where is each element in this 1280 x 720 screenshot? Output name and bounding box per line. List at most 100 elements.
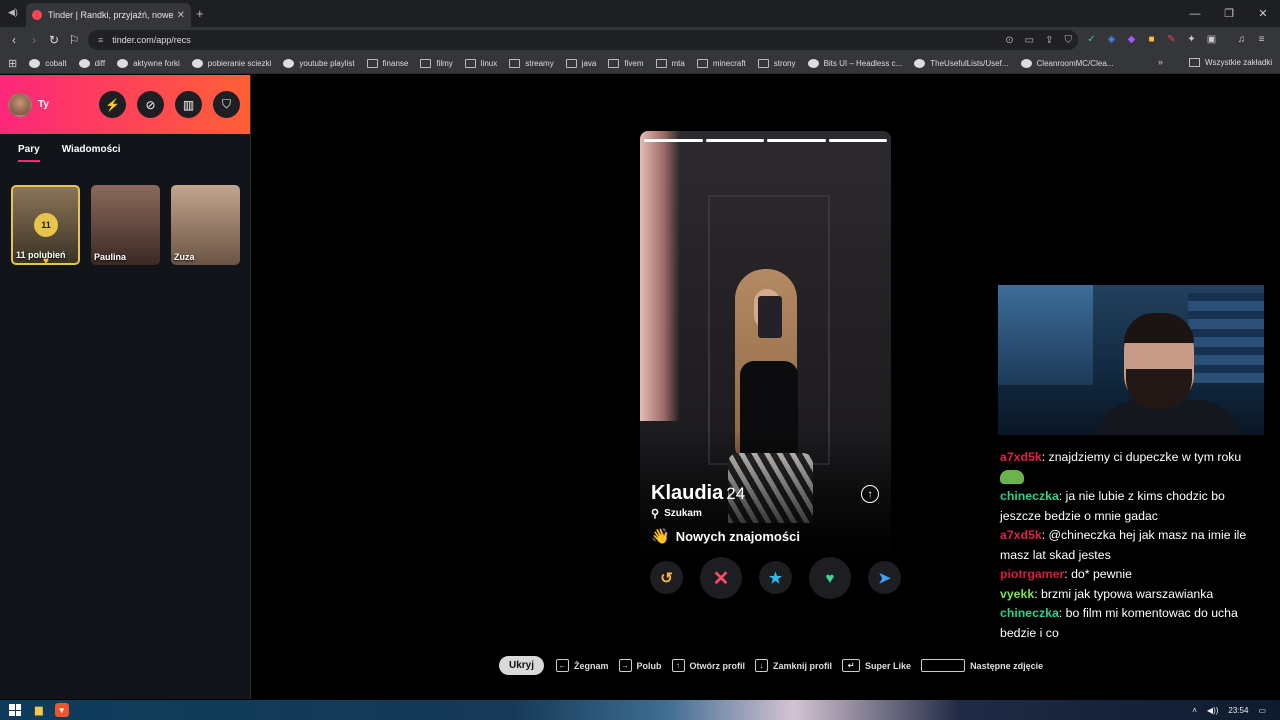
chat-username[interactable]: a7xd5k — [1000, 450, 1042, 464]
bookmark-item[interactable]: TheUsefulLists/Usef... — [914, 58, 1009, 68]
boost-icon[interactable]: ⚡ — [99, 91, 126, 118]
up-arrow-key-icon: ↑ — [671, 659, 685, 672]
clock[interactable]: 23:54 — [1228, 706, 1248, 715]
site-settings-icon[interactable]: ≡ — [98, 35, 103, 45]
profile-card[interactable]: Klaudia 24 ↑ ⚲ Szukam 👋 Nowych znajomości — [640, 131, 891, 579]
file-explorer-icon[interactable]: ▆ — [35, 705, 43, 716]
restore-icon[interactable]: ❐ — [1212, 0, 1246, 27]
bookmark-folder[interactable]: minecraft — [696, 58, 746, 68]
back-icon[interactable]: ‹ — [4, 33, 24, 47]
bookmark-item[interactable]: aktywne forki — [117, 58, 180, 68]
notifications-icon[interactable]: ▭ — [1258, 706, 1266, 715]
bookmark-item[interactable]: CleanroomMC/Clea... — [1020, 58, 1113, 68]
sidebar-icon[interactable]: ▣ — [1205, 32, 1218, 46]
browser-tab-bar: ◀) Tinder | Randki, przyjaźń, nowe z ✕ +… — [0, 0, 1280, 27]
bookmark-icon[interactable]: ⚐ — [64, 33, 84, 47]
share-icon[interactable]: ⇪ — [1045, 35, 1053, 46]
explore-icon[interactable]: ⊘ — [137, 91, 164, 118]
shield-icon[interactable]: ⛉ — [213, 91, 240, 118]
looking-label: Szukam — [664, 508, 702, 519]
user-label[interactable]: Ty — [38, 99, 49, 110]
github-icon — [1020, 58, 1032, 68]
window-controls: — ❐ ✕ — [1178, 0, 1280, 27]
tab-messages[interactable]: Wiadomości — [62, 144, 121, 162]
bookmark-item[interactable]: youtube playlist — [283, 58, 355, 68]
bookmark-folder[interactable]: streamy — [509, 58, 554, 68]
menu-icon[interactable]: ≡ — [1255, 32, 1268, 46]
chat-username[interactable]: a7xd5k — [1000, 528, 1042, 542]
bookmark-folder[interactable]: finanse — [366, 58, 408, 68]
extensions-puzzle-icon[interactable]: ✦ — [1185, 32, 1198, 46]
favicon-icon — [807, 58, 819, 68]
likes-label: 11 polubień — [16, 250, 66, 260]
tab-matches[interactable]: Pary — [18, 144, 40, 162]
volume-icon[interactable]: ◀)) — [1207, 706, 1218, 715]
bookmark-item[interactable]: cobalt — [29, 58, 67, 68]
close-tab-icon[interactable]: ✕ — [177, 10, 185, 21]
photo-progress-segment[interactable] — [705, 139, 764, 142]
check-extension-icon[interactable]: ✓ — [1085, 32, 1098, 46]
folder-icon — [1189, 58, 1200, 67]
audio-extension-icon[interactable]: ◈ — [1105, 32, 1118, 46]
like-button[interactable]: ♥ — [809, 557, 851, 599]
forward-icon[interactable]: › — [24, 33, 44, 47]
chat-username[interactable]: chineczka — [1000, 606, 1059, 620]
bookmark-item[interactable]: Bits UI – Headless c... — [807, 58, 902, 68]
audio-icon[interactable]: ◀) — [8, 7, 18, 18]
rewind-button[interactable]: ↺ — [650, 561, 683, 594]
favicon-icon — [117, 58, 129, 68]
bookmark-item[interactable]: diff — [78, 58, 105, 68]
windows-start-icon[interactable] — [9, 704, 21, 716]
red-extension-icon[interactable]: ✎ — [1165, 32, 1178, 46]
browser-tab[interactable]: Tinder | Randki, przyjaźń, nowe z ✕ — [26, 3, 191, 27]
tray-chevron-icon[interactable]: ˄ — [1192, 706, 1197, 715]
cast-icon[interactable]: ▭ — [1025, 35, 1034, 46]
super-like-button[interactable]: ★ — [759, 561, 792, 594]
hide-hints-button[interactable]: Ukryj — [499, 656, 545, 675]
briefcase-icon[interactable]: ▥ — [175, 91, 202, 118]
bookmark-folder[interactable]: filmy — [420, 58, 453, 68]
match-card[interactable]: Zuza — [171, 185, 240, 265]
chat-username[interactable]: vyekk — [1000, 587, 1034, 601]
yellow-extension-icon[interactable]: ■ — [1145, 32, 1158, 46]
match-card[interactable]: Paulina — [91, 185, 160, 265]
chat-username[interactable]: piotrgamer — [1000, 567, 1064, 581]
close-window-icon[interactable]: ✕ — [1246, 0, 1280, 27]
header-buttons: ⚡ ⊘ ▥ ⛉ — [99, 91, 240, 118]
tinder-sidebar: Ty ⚡ ⊘ ▥ ⛉ Pary Wiadomości 11 11 polubie… — [0, 75, 251, 699]
more-bookmarks-icon[interactable]: » — [1158, 57, 1163, 67]
photo-progress-segment[interactable] — [644, 139, 703, 142]
bookmark-item[interactable]: pobieranie sciezki — [191, 58, 271, 68]
photo-progress-bar — [644, 139, 887, 142]
playlist-icon[interactable]: ♫ — [1235, 32, 1248, 46]
location-icon[interactable]: ⊙ — [1005, 35, 1013, 46]
purple-extension-icon[interactable]: ◆ — [1125, 32, 1138, 46]
github-icon — [914, 58, 926, 68]
folder-icon — [757, 58, 769, 68]
brave-shield-icon[interactable]: ⛉ — [1065, 35, 1073, 46]
bookmark-folder[interactable]: fivem — [608, 58, 644, 68]
minimize-icon[interactable]: — — [1178, 0, 1212, 27]
url-field[interactable]: ≡ tinder.com/app/recs ⊙ ▭ ⇪ ⛉ — [88, 30, 1078, 50]
favicon-icon — [283, 58, 295, 68]
hint-close-profile: ↓ Zamknij profil — [755, 659, 832, 672]
swipe-actions: ↺ ✕ ★ ♥ ➤ — [650, 557, 901, 599]
photo-progress-segment[interactable] — [767, 139, 826, 142]
open-profile-icon[interactable]: ↑ — [861, 485, 879, 503]
nope-button[interactable]: ✕ — [700, 557, 742, 599]
chat-message: vyekk: brzmi jak typowa warszawianka — [1000, 585, 1268, 605]
apps-icon[interactable]: ⊞ — [8, 57, 17, 70]
avatar[interactable] — [8, 92, 32, 117]
chat-username[interactable]: chineczka — [1000, 489, 1059, 503]
boost-button[interactable]: ➤ — [868, 561, 901, 594]
bookmark-folder[interactable]: mta — [655, 58, 685, 68]
reload-icon[interactable]: ↻ — [44, 33, 64, 47]
brave-browser-icon[interactable]: ▼ — [54, 703, 69, 717]
new-tab-icon[interactable]: + — [196, 6, 204, 21]
photo-progress-segment[interactable] — [828, 139, 887, 142]
bookmark-folder[interactable]: linux — [464, 58, 497, 68]
bookmark-folder[interactable]: java — [565, 58, 596, 68]
bookmark-folder[interactable]: strony — [757, 58, 796, 68]
all-bookmarks[interactable]: Wszystkie zakładki — [1189, 58, 1272, 67]
likes-card[interactable]: 11 11 polubień ♥ — [11, 185, 80, 265]
